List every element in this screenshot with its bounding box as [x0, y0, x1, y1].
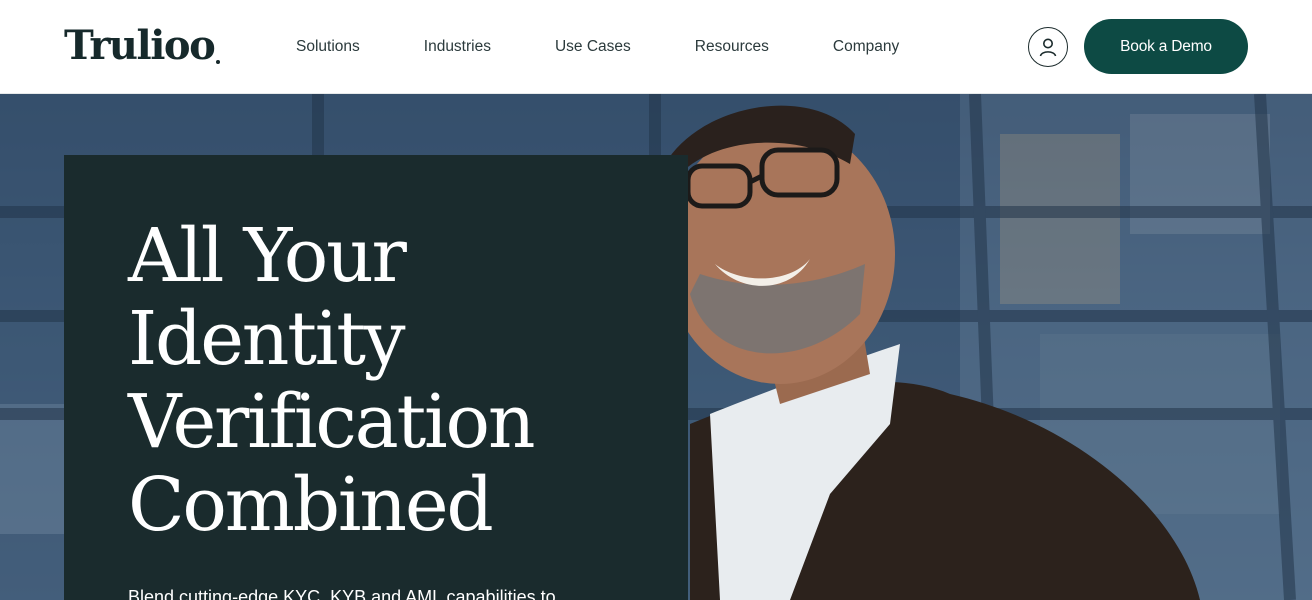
logo-wordmark: Trulioo	[64, 22, 216, 69]
book-demo-button[interactable]: Book a Demo	[1084, 19, 1248, 74]
hero-title-line: Combined	[128, 462, 494, 548]
nav-item-industries[interactable]: Industries	[424, 36, 491, 58]
nav-item-company[interactable]: Company	[833, 36, 899, 58]
hero-title-line: All Your	[128, 213, 407, 299]
trulioo-logo[interactable]: Trulioo	[64, 22, 221, 69]
hero-section: All Your Identity Verification Combined …	[0, 94, 1312, 600]
site-header: Trulioo Solutions Industries Use Cases R…	[0, 0, 1312, 94]
hero-subtitle: Blend cutting-edge KYC, KYB and AML capa…	[128, 587, 556, 600]
nav-item-resources[interactable]: Resources	[695, 36, 769, 58]
account-button[interactable]	[1028, 27, 1068, 67]
logo-registered-dot	[216, 60, 221, 64]
user-icon	[1039, 38, 1057, 57]
nav-item-solutions[interactable]: Solutions	[296, 36, 360, 58]
hero-text-card: All Your Identity Verification Combined …	[64, 155, 688, 600]
hero-title-line: Verification	[128, 379, 536, 465]
hero-title-line: Identity	[128, 296, 406, 382]
hero-title: All Your Identity Verification Combined	[128, 215, 648, 547]
main-nav: Solutions Industries Use Cases Resources…	[296, 36, 899, 58]
nav-item-use-cases[interactable]: Use Cases	[555, 36, 631, 58]
